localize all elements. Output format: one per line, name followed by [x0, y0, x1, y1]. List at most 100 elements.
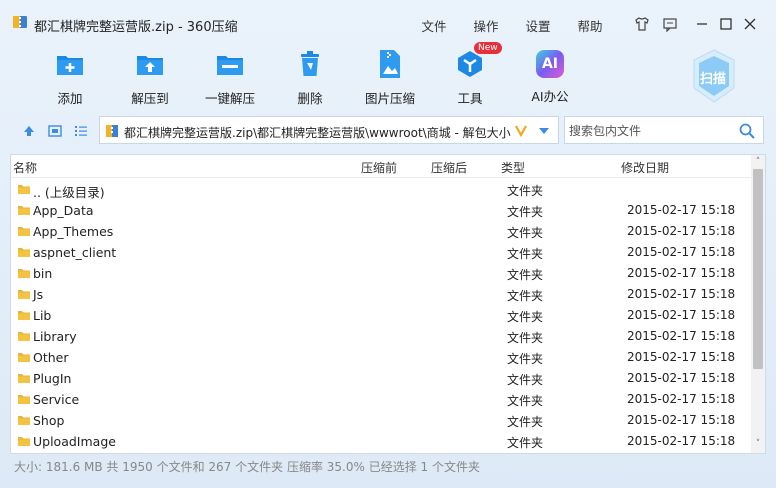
close-button[interactable]	[738, 12, 762, 36]
table-row[interactable]: aspnet_client 文件夹 2015-02-17 15:18	[11, 242, 751, 263]
column-name[interactable]: 名称	[13, 159, 37, 176]
list-view-icon[interactable]	[74, 124, 88, 138]
file-date: 2015-02-17 15:18	[627, 329, 736, 343]
folder-icon	[18, 353, 30, 362]
address-bar[interactable]: 都汇棋牌完整运营版.zip\都汇棋牌完整运营版\wwwroot\商城 - 解包大…	[99, 116, 559, 144]
file-name: UploadImage	[33, 434, 116, 449]
up-arrow-icon[interactable]	[22, 124, 36, 138]
scan-button[interactable]: 扫描	[690, 48, 738, 104]
table-row[interactable]: Other 文件夹 2015-02-17 15:18	[11, 347, 751, 368]
folder-icon	[18, 374, 30, 383]
search-input[interactable]	[567, 120, 731, 142]
folder-icon	[18, 248, 30, 257]
unpack-size-chevron-icon[interactable]	[514, 123, 528, 137]
add-button[interactable]: 添加	[30, 46, 110, 108]
maximize-button[interactable]	[714, 12, 738, 36]
file-type: 文件夹	[507, 205, 544, 219]
address-path: 都汇棋牌完整运营版.zip\都汇棋牌完整运营版\wwwroot\商城 - 解包大…	[124, 126, 511, 140]
close-icon	[744, 18, 756, 30]
minimize-icon	[697, 23, 707, 25]
minimize-button[interactable]	[690, 12, 714, 36]
ai-office-icon: AI	[536, 50, 564, 78]
table-row[interactable]: App_Data 文件夹 2015-02-17 15:18	[11, 200, 751, 221]
file-name: Other	[33, 350, 69, 365]
scroll-up-icon[interactable]: ˄	[753, 157, 763, 167]
search-box	[564, 116, 764, 144]
table-row[interactable]: Shop 文件夹 2015-02-17 15:18	[11, 410, 751, 431]
file-type: 文件夹	[507, 394, 544, 408]
folder-icon	[18, 206, 30, 215]
table-row[interactable]: Library 文件夹 2015-02-17 15:18	[11, 326, 751, 347]
scroll-thumb[interactable]	[753, 169, 763, 369]
ai-office-button[interactable]: AI AI办公	[510, 46, 590, 108]
file-date: 2015-02-17 15:18	[627, 350, 736, 364]
file-name: aspnet_client	[33, 245, 117, 260]
add-label: 添加	[57, 91, 83, 106]
tools-button[interactable]: New 工具	[430, 42, 510, 108]
table-row[interactable]: bin 文件夹 2015-02-17 15:18	[11, 263, 751, 284]
file-name: Shop	[33, 413, 65, 428]
table-row[interactable]: Lib 文件夹 2015-02-17 15:18	[11, 305, 751, 326]
file-type: 文件夹	[507, 184, 544, 198]
scroll-down-icon[interactable]: ˅	[753, 439, 763, 449]
file-name: Library	[33, 329, 77, 344]
folder-icon	[18, 185, 30, 194]
image-compress-icon	[380, 50, 400, 78]
search-icon[interactable]	[739, 123, 755, 139]
menu-file[interactable]: 文件	[408, 16, 460, 35]
file-type: 文件夹	[507, 331, 544, 345]
file-date: 2015-02-17 15:18	[627, 245, 736, 259]
column-size-after[interactable]: 压缩后	[431, 159, 467, 176]
ai-glyph: AI	[541, 56, 559, 72]
skin-button[interactable]	[630, 12, 654, 36]
table-row[interactable]: Js 文件夹 2015-02-17 15:18	[11, 284, 751, 305]
file-name: App_Data	[33, 203, 94, 218]
folder-icon	[18, 437, 30, 446]
image-compress-label: 图片压缩	[364, 91, 415, 106]
folder-icon	[18, 227, 30, 236]
image-compress-button[interactable]: 图片压缩	[350, 46, 430, 108]
one-click-extract-button[interactable]: 一键解压	[190, 46, 270, 108]
file-name: App_Themes	[33, 224, 114, 239]
file-date: 2015-02-17 15:18	[627, 413, 736, 427]
column-type[interactable]: 类型	[501, 159, 525, 176]
file-date: 2015-02-17 15:18	[627, 287, 736, 301]
delete-button[interactable]: 删除	[270, 46, 350, 108]
thumbnail-view-icon[interactable]	[48, 124, 62, 138]
zip-app-icon	[13, 16, 27, 28]
file-date: 2015-02-17 15:18	[627, 434, 736, 448]
menu-settings[interactable]: 设置	[512, 16, 564, 35]
delete-label: 删除	[297, 91, 323, 106]
menu-help[interactable]: 帮助	[564, 16, 616, 35]
folder-icon	[18, 395, 30, 404]
menu-operation[interactable]: 操作	[460, 16, 512, 35]
file-type: 文件夹	[507, 310, 544, 324]
feedback-button[interactable]	[658, 12, 682, 36]
address-dropdown-icon[interactable]	[538, 125, 550, 137]
folder-icon	[18, 269, 30, 278]
folder-icon	[18, 311, 30, 320]
one-click-extract-label: 一键解压	[204, 91, 255, 106]
table-row[interactable]: PlugIn 文件夹 2015-02-17 15:18	[11, 368, 751, 389]
vertical-scrollbar[interactable]: ˄ ˅	[751, 155, 765, 453]
column-modified-date[interactable]: 修改日期	[621, 159, 669, 176]
extract-to-icon	[137, 56, 163, 75]
file-type: 文件夹	[507, 268, 544, 282]
file-date: 2015-02-17 15:18	[627, 203, 736, 217]
app-window: 都汇棋牌完整运营版.zip - 360压缩 文件 操作 设置 帮助 添加 解压到…	[0, 0, 776, 488]
maximize-icon	[720, 18, 732, 30]
folder-icon	[18, 416, 30, 425]
address-row: 都汇棋牌完整运营版.zip\都汇棋牌完整运营版\wwwroot\商城 - 解包大…	[0, 116, 776, 146]
table-row[interactable]: Service 文件夹 2015-02-17 15:18	[11, 389, 751, 410]
tools-label: 工具	[457, 91, 483, 106]
table-row[interactable]: .. (上级目录) 文件夹	[11, 179, 751, 200]
file-date: 2015-02-17 15:18	[627, 266, 736, 280]
extract-to-button[interactable]: 解压到	[110, 46, 190, 108]
file-name: Js	[33, 287, 44, 302]
table-row[interactable]: UploadImage 文件夹 2015-02-17 15:18	[11, 431, 751, 452]
status-bar: 大小: 181.6 MB 共 1950 个文件和 267 个文件夹 压缩率 35…	[14, 460, 480, 474]
table-row[interactable]: App_Themes 文件夹 2015-02-17 15:18	[11, 221, 751, 242]
file-type: 文件夹	[507, 436, 544, 450]
column-size-before[interactable]: 压缩前	[361, 159, 397, 176]
shirt-icon	[635, 17, 649, 31]
